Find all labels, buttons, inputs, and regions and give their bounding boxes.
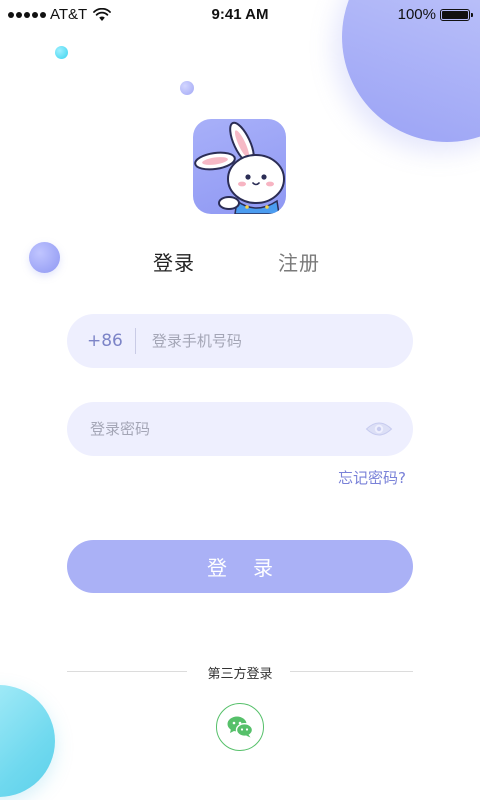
decorative-dot-purple-medium (29, 242, 60, 273)
country-code-selector[interactable]: +86 (87, 328, 136, 354)
phone-field[interactable]: +86 (67, 314, 413, 368)
wechat-login-button[interactable] (216, 703, 264, 751)
login-screen: AT&T 9:41 AM 100% 登录 注册 +86 登录手机号码 忘记密码?… (0, 0, 480, 800)
forgot-password-link[interactable]: 忘记密码? (338, 467, 406, 488)
status-bar: AT&T 9:41 AM 100% (0, 0, 480, 30)
third-party-login-label: 第三方登录 (207, 667, 273, 682)
divider-right (290, 671, 413, 672)
status-right: 100% (397, 6, 473, 23)
tab-login[interactable]: 登录 (153, 247, 195, 276)
decorative-circle-bottom-left (0, 685, 55, 797)
password-field[interactable] (67, 402, 413, 456)
battery-icon (440, 8, 473, 21)
login-button[interactable]: 登录 (67, 540, 413, 593)
decorative-dot-cyan (55, 46, 68, 59)
phone-input[interactable] (149, 331, 413, 351)
battery-percent: 100% (397, 6, 436, 23)
decorative-dot-purple-small (180, 81, 194, 95)
wechat-icon (227, 716, 254, 738)
tab-register[interactable]: 注册 (278, 247, 320, 276)
eye-icon[interactable] (365, 420, 393, 438)
app-logo (193, 119, 286, 214)
password-input[interactable] (88, 419, 365, 439)
rabbit-mascot-icon (194, 121, 285, 214)
